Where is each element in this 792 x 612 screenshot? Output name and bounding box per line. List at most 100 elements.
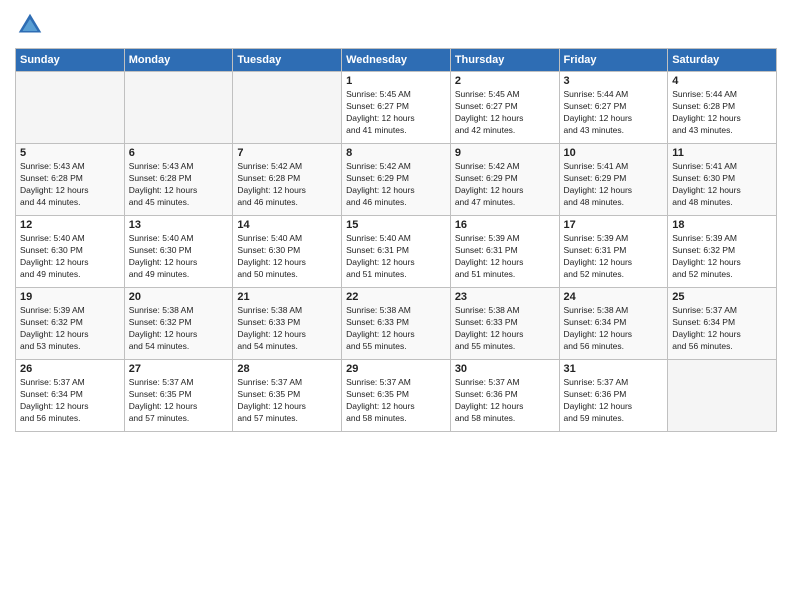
- weekday-header: Tuesday: [233, 49, 342, 72]
- header: [15, 10, 777, 40]
- calendar-cell: 19 Sunrise: 5:39 AM Sunset: 6:32 PM Dayli…: [16, 288, 125, 360]
- day-info: Sunrise: 5:40 AM Sunset: 6:30 PM Dayligh…: [237, 233, 337, 281]
- day-info: Sunrise: 5:37 AM Sunset: 6:35 PM Dayligh…: [346, 377, 446, 425]
- calendar-cell: 1Sunrise: 5:45 AM Sunset: 6:27 PM Daylig…: [342, 72, 451, 144]
- day-info: Sunrise: 5:40 AM Sunset: 6:30 PM Dayligh…: [20, 233, 120, 281]
- day-info: Sunrise: 5:38 AM Sunset: 6:32 PM Dayligh…: [129, 305, 229, 353]
- day-number: 6: [129, 147, 229, 159]
- day-number: 8: [346, 147, 446, 159]
- day-number: 20: [129, 291, 229, 303]
- day-info: Sunrise: 5:42 AM Sunset: 6:28 PM Dayligh…: [237, 161, 337, 209]
- calendar-table: SundayMondayTuesdayWednesdayThursdayFrid…: [15, 48, 777, 432]
- day-info: Sunrise: 5:37 AM Sunset: 6:34 PM Dayligh…: [20, 377, 120, 425]
- day-number: 11: [672, 147, 772, 159]
- calendar-cell: 9Sunrise: 5:42 AM Sunset: 6:29 PM Daylig…: [450, 144, 559, 216]
- day-number: 21: [237, 291, 337, 303]
- calendar-cell: 5 Sunrise: 5:43 AM Sunset: 6:28 PM Daylig…: [16, 144, 125, 216]
- calendar-cell: [668, 360, 777, 432]
- calendar-cell: 4 Sunrise: 5:44 AM Sunset: 6:28 PM Daylig…: [668, 72, 777, 144]
- page: SundayMondayTuesdayWednesdayThursdayFrid…: [0, 0, 792, 612]
- calendar-cell: 26 Sunrise: 5:37 AM Sunset: 6:34 PM Dayli…: [16, 360, 125, 432]
- weekday-header: Saturday: [668, 49, 777, 72]
- day-info: Sunrise: 5:42 AM Sunset: 6:29 PM Dayligh…: [346, 161, 446, 209]
- day-number: 3: [564, 75, 664, 87]
- calendar-cell: [124, 72, 233, 144]
- day-info: Sunrise: 5:38 AM Sunset: 6:33 PM Dayligh…: [237, 305, 337, 353]
- calendar-cell: 6 Sunrise: 5:43 AM Sunset: 6:28 PM Daylig…: [124, 144, 233, 216]
- calendar-cell: 18 Sunrise: 5:39 AM Sunset: 6:32 PM Dayli…: [668, 216, 777, 288]
- day-info: Sunrise: 5:37 AM Sunset: 6:34 PM Dayligh…: [672, 305, 772, 353]
- weekday-header: Sunday: [16, 49, 125, 72]
- day-number: 24: [564, 291, 664, 303]
- day-number: 4: [672, 75, 772, 87]
- day-info: Sunrise: 5:44 AM Sunset: 6:28 PM Dayligh…: [672, 89, 772, 137]
- day-info: Sunrise: 5:37 AM Sunset: 6:36 PM Dayligh…: [455, 377, 555, 425]
- calendar-cell: 23 Sunrise: 5:38 AM Sunset: 6:33 PM Dayli…: [450, 288, 559, 360]
- calendar-cell: 10Sunrise: 5:41 AM Sunset: 6:29 PM Dayli…: [559, 144, 668, 216]
- day-number: 18: [672, 219, 772, 231]
- day-info: Sunrise: 5:45 AM Sunset: 6:27 PM Dayligh…: [455, 89, 555, 137]
- calendar-cell: 16Sunrise: 5:39 AM Sunset: 6:31 PM Dayli…: [450, 216, 559, 288]
- day-number: 10: [564, 147, 664, 159]
- day-info: Sunrise: 5:44 AM Sunset: 6:27 PM Dayligh…: [564, 89, 664, 137]
- weekday-header: Friday: [559, 49, 668, 72]
- day-number: 31: [564, 363, 664, 375]
- day-number: 19: [20, 291, 120, 303]
- day-number: 7: [237, 147, 337, 159]
- day-number: 23: [455, 291, 555, 303]
- calendar-week-row: 12 Sunrise: 5:40 AM Sunset: 6:30 PM Dayli…: [16, 216, 777, 288]
- calendar-cell: 8 Sunrise: 5:42 AM Sunset: 6:29 PM Daylig…: [342, 144, 451, 216]
- day-info: Sunrise: 5:43 AM Sunset: 6:28 PM Dayligh…: [20, 161, 120, 209]
- day-info: Sunrise: 5:41 AM Sunset: 6:30 PM Dayligh…: [672, 161, 772, 209]
- day-number: 30: [455, 363, 555, 375]
- day-info: Sunrise: 5:37 AM Sunset: 6:35 PM Dayligh…: [237, 377, 337, 425]
- calendar-cell: 17Sunrise: 5:39 AM Sunset: 6:31 PM Dayli…: [559, 216, 668, 288]
- calendar-cell: 21 Sunrise: 5:38 AM Sunset: 6:33 PM Dayli…: [233, 288, 342, 360]
- day-number: 28: [237, 363, 337, 375]
- day-info: Sunrise: 5:39 AM Sunset: 6:32 PM Dayligh…: [20, 305, 120, 353]
- day-number: 12: [20, 219, 120, 231]
- day-info: Sunrise: 5:40 AM Sunset: 6:30 PM Dayligh…: [129, 233, 229, 281]
- day-info: Sunrise: 5:38 AM Sunset: 6:34 PM Dayligh…: [564, 305, 664, 353]
- calendar-cell: 31 Sunrise: 5:37 AM Sunset: 6:36 PM Dayli…: [559, 360, 668, 432]
- calendar-cell: 24 Sunrise: 5:38 AM Sunset: 6:34 PM Dayli…: [559, 288, 668, 360]
- logo: [15, 10, 49, 40]
- day-number: 26: [20, 363, 120, 375]
- day-info: Sunrise: 5:39 AM Sunset: 6:31 PM Dayligh…: [564, 233, 664, 281]
- weekday-header: Thursday: [450, 49, 559, 72]
- day-number: 5: [20, 147, 120, 159]
- day-number: 14: [237, 219, 337, 231]
- day-number: 22: [346, 291, 446, 303]
- logo-icon: [15, 10, 45, 40]
- calendar-cell: 13Sunrise: 5:40 AM Sunset: 6:30 PM Dayli…: [124, 216, 233, 288]
- day-number: 16: [455, 219, 555, 231]
- calendar-cell: 14 Sunrise: 5:40 AM Sunset: 6:30 PM Dayli…: [233, 216, 342, 288]
- day-info: Sunrise: 5:40 AM Sunset: 6:31 PM Dayligh…: [346, 233, 446, 281]
- weekday-header: Monday: [124, 49, 233, 72]
- weekday-header-row: SundayMondayTuesdayWednesdayThursdayFrid…: [16, 49, 777, 72]
- calendar-cell: 11 Sunrise: 5:41 AM Sunset: 6:30 PM Dayli…: [668, 144, 777, 216]
- calendar-cell: 7 Sunrise: 5:42 AM Sunset: 6:28 PM Daylig…: [233, 144, 342, 216]
- calendar-cell: 3 Sunrise: 5:44 AM Sunset: 6:27 PM Daylig…: [559, 72, 668, 144]
- day-number: 2: [455, 75, 555, 87]
- day-info: Sunrise: 5:37 AM Sunset: 6:36 PM Dayligh…: [564, 377, 664, 425]
- day-number: 25: [672, 291, 772, 303]
- day-number: 27: [129, 363, 229, 375]
- day-info: Sunrise: 5:37 AM Sunset: 6:35 PM Dayligh…: [129, 377, 229, 425]
- day-info: Sunrise: 5:43 AM Sunset: 6:28 PM Dayligh…: [129, 161, 229, 209]
- day-info: Sunrise: 5:38 AM Sunset: 6:33 PM Dayligh…: [346, 305, 446, 353]
- calendar-cell: 15 Sunrise: 5:40 AM Sunset: 6:31 PM Dayli…: [342, 216, 451, 288]
- calendar-cell: 28 Sunrise: 5:37 AM Sunset: 6:35 PM Dayli…: [233, 360, 342, 432]
- day-info: Sunrise: 5:42 AM Sunset: 6:29 PM Dayligh…: [455, 161, 555, 209]
- calendar-cell: 27 Sunrise: 5:37 AM Sunset: 6:35 PM Dayli…: [124, 360, 233, 432]
- calendar-cell: 20 Sunrise: 5:38 AM Sunset: 6:32 PM Dayli…: [124, 288, 233, 360]
- calendar-cell: [16, 72, 125, 144]
- calendar-cell: [233, 72, 342, 144]
- calendar-cell: 22 Sunrise: 5:38 AM Sunset: 6:33 PM Dayli…: [342, 288, 451, 360]
- calendar-cell: 30 Sunrise: 5:37 AM Sunset: 6:36 PM Dayli…: [450, 360, 559, 432]
- calendar-week-row: 26 Sunrise: 5:37 AM Sunset: 6:34 PM Dayli…: [16, 360, 777, 432]
- day-info: Sunrise: 5:39 AM Sunset: 6:32 PM Dayligh…: [672, 233, 772, 281]
- day-number: 15: [346, 219, 446, 231]
- weekday-header: Wednesday: [342, 49, 451, 72]
- day-info: Sunrise: 5:38 AM Sunset: 6:33 PM Dayligh…: [455, 305, 555, 353]
